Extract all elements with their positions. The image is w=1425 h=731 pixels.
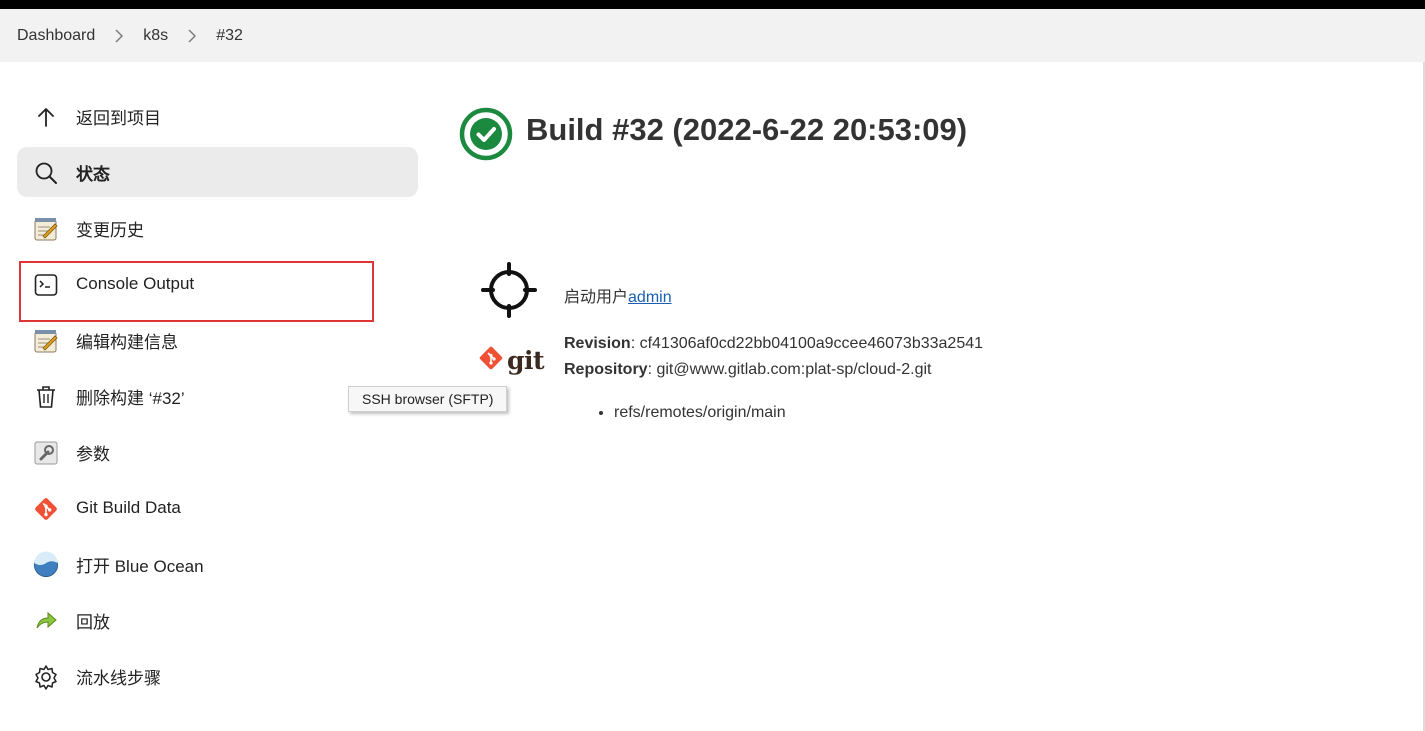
breadcrumb-build[interactable]: #32 bbox=[216, 27, 243, 45]
breadcrumb-dashboard[interactable]: Dashboard bbox=[17, 27, 95, 45]
sidebar-item-label: 打开 Blue Ocean bbox=[76, 556, 204, 576]
revision-line: Revision: cf41306af0cd22bb04100a9ccee460… bbox=[564, 335, 983, 353]
git-diamond-icon bbox=[478, 345, 504, 376]
sidebar-item-git-build-data[interactable]: Git Build Data bbox=[17, 483, 418, 533]
sidebar-item-status[interactable]: 状态 bbox=[17, 147, 418, 197]
terminal-icon bbox=[33, 272, 59, 298]
git-logo: git bbox=[478, 345, 545, 376]
window-top-bar bbox=[0, 0, 1425, 9]
sidebar-item-label: Console Output bbox=[76, 274, 195, 293]
wrench-icon bbox=[33, 440, 59, 466]
sidebar-item-console-output[interactable]: Console Output bbox=[17, 259, 418, 309]
git-wordmark: git bbox=[507, 346, 545, 375]
sidebar-item-label: 返回到项目 bbox=[76, 108, 161, 128]
started-by-label: 启动用户 bbox=[564, 289, 629, 306]
sidebar-item-label: 参数 bbox=[76, 444, 110, 464]
revision-key: Revision bbox=[564, 335, 631, 352]
chevron-right-icon bbox=[104, 29, 134, 43]
page-title: Build #32 (2022-6-22 20:53:09) bbox=[526, 112, 968, 147]
arrow-up-icon bbox=[33, 104, 59, 130]
sidebar-item-label: 流水线步骤 bbox=[76, 668, 161, 688]
sidebar-item-label: 状态 bbox=[76, 164, 110, 184]
sidebar-item-pipeline-steps[interactable]: 流水线步骤 bbox=[17, 651, 418, 701]
sidebar-item-edit-build-info[interactable]: 编辑构建信息 bbox=[17, 315, 418, 365]
sidebar-item-label: Git Build Data bbox=[76, 498, 181, 517]
user-link-admin[interactable]: admin bbox=[628, 289, 672, 306]
replay-icon bbox=[33, 608, 59, 634]
sidebar-item-label: 变更历史 bbox=[76, 220, 144, 240]
repository-key: Repository bbox=[564, 361, 648, 378]
sidebar-item-blue-ocean[interactable]: 打开 Blue Ocean bbox=[17, 539, 418, 589]
repository-line: Repository: git@www.gitlab.com:plat-sp/c… bbox=[564, 361, 932, 379]
sidebar-item-label: 回放 bbox=[76, 612, 110, 632]
sidebar-item-back-to-project[interactable]: 返回到项目 bbox=[17, 91, 418, 141]
success-check-icon bbox=[459, 107, 513, 161]
notepad-icon bbox=[33, 328, 59, 354]
gear-icon bbox=[33, 664, 59, 690]
trash-icon bbox=[33, 384, 59, 410]
revision-value: : cf41306af0cd22bb04100a9ccee46073b33a25… bbox=[630, 335, 984, 352]
sidebar-item-changes[interactable]: 变更历史 bbox=[17, 203, 418, 253]
sidebar-item-parameters[interactable]: 参数 bbox=[17, 427, 418, 477]
repository-value: : git@www.gitlab.com:plat-sp/cloud-2.git bbox=[647, 361, 932, 378]
breadcrumb: Dashboard k8s #32 bbox=[0, 9, 1425, 62]
started-by: 启动用户admin bbox=[564, 283, 672, 307]
chevron-right-icon bbox=[177, 29, 207, 43]
branch-list: refs/remotes/origin/main bbox=[596, 404, 786, 422]
crosshair-icon bbox=[481, 262, 537, 318]
breadcrumb-k8s[interactable]: k8s bbox=[143, 27, 168, 45]
notepad-icon bbox=[33, 216, 59, 242]
sidebar-item-label: 删除构建 ‘#32’ bbox=[76, 388, 185, 408]
search-icon bbox=[33, 160, 59, 186]
sidebar-item-label: 编辑构建信息 bbox=[76, 332, 178, 352]
list-item: refs/remotes/origin/main bbox=[614, 404, 786, 422]
git-diamond-icon bbox=[33, 496, 59, 522]
blue-ocean-icon bbox=[33, 551, 59, 578]
sidebar-item-replay[interactable]: 回放 bbox=[17, 595, 418, 645]
tooltip: SSH browser (SFTP) bbox=[348, 386, 508, 412]
